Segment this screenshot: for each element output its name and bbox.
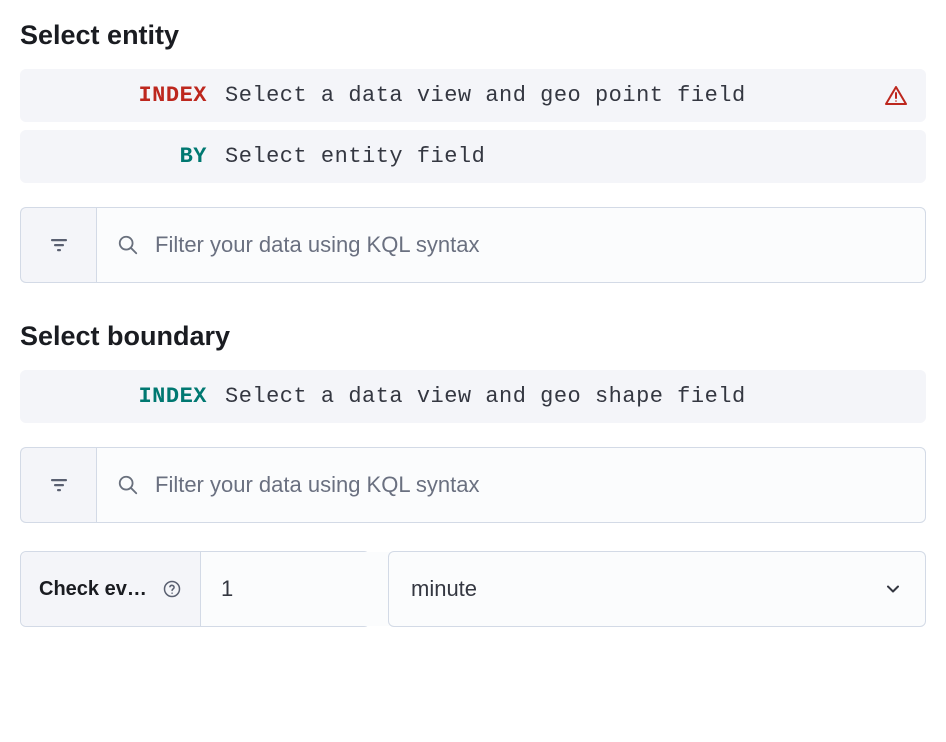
filter-icon bbox=[49, 235, 69, 255]
select-entity-title: Select entity bbox=[20, 20, 926, 51]
entity-index-row[interactable]: INDEX Select a data view and geo point f… bbox=[20, 69, 926, 122]
warning-icon bbox=[884, 84, 908, 108]
check-every-unit-select[interactable]: minute bbox=[388, 551, 926, 627]
entity-filter-bar bbox=[20, 207, 926, 283]
search-icon bbox=[117, 474, 139, 496]
boundary-index-placeholder: Select a data view and geo shape field bbox=[225, 384, 906, 409]
boundary-kql-input[interactable] bbox=[155, 448, 905, 522]
check-every-row: Check every minute bbox=[20, 551, 926, 627]
select-boundary-title: Select boundary bbox=[20, 321, 926, 352]
entity-by-row[interactable]: BY Select entity field bbox=[20, 130, 926, 183]
chevron-down-icon bbox=[883, 579, 903, 599]
search-icon bbox=[117, 234, 139, 256]
boundary-filter-input-wrap[interactable] bbox=[96, 447, 926, 523]
index-keyword: INDEX bbox=[40, 384, 225, 409]
entity-kql-input[interactable] bbox=[155, 208, 905, 282]
check-every-label: Check every bbox=[39, 578, 152, 601]
entity-filter-input-wrap[interactable] bbox=[96, 207, 926, 283]
filter-icon bbox=[49, 475, 69, 495]
filter-toggle-button[interactable] bbox=[20, 207, 96, 283]
check-every-label-box: Check every bbox=[21, 552, 201, 626]
check-every-unit-value: minute bbox=[411, 576, 477, 602]
entity-by-placeholder: Select entity field bbox=[225, 144, 906, 169]
help-icon[interactable] bbox=[162, 579, 182, 599]
index-keyword: INDEX bbox=[40, 83, 225, 108]
check-every-group: Check every bbox=[20, 551, 370, 627]
boundary-index-row[interactable]: INDEX Select a data view and geo shape f… bbox=[20, 370, 926, 423]
by-keyword: BY bbox=[40, 144, 225, 169]
filter-toggle-button[interactable] bbox=[20, 447, 96, 523]
boundary-filter-bar bbox=[20, 447, 926, 523]
entity-index-placeholder: Select a data view and geo point field bbox=[225, 83, 906, 108]
